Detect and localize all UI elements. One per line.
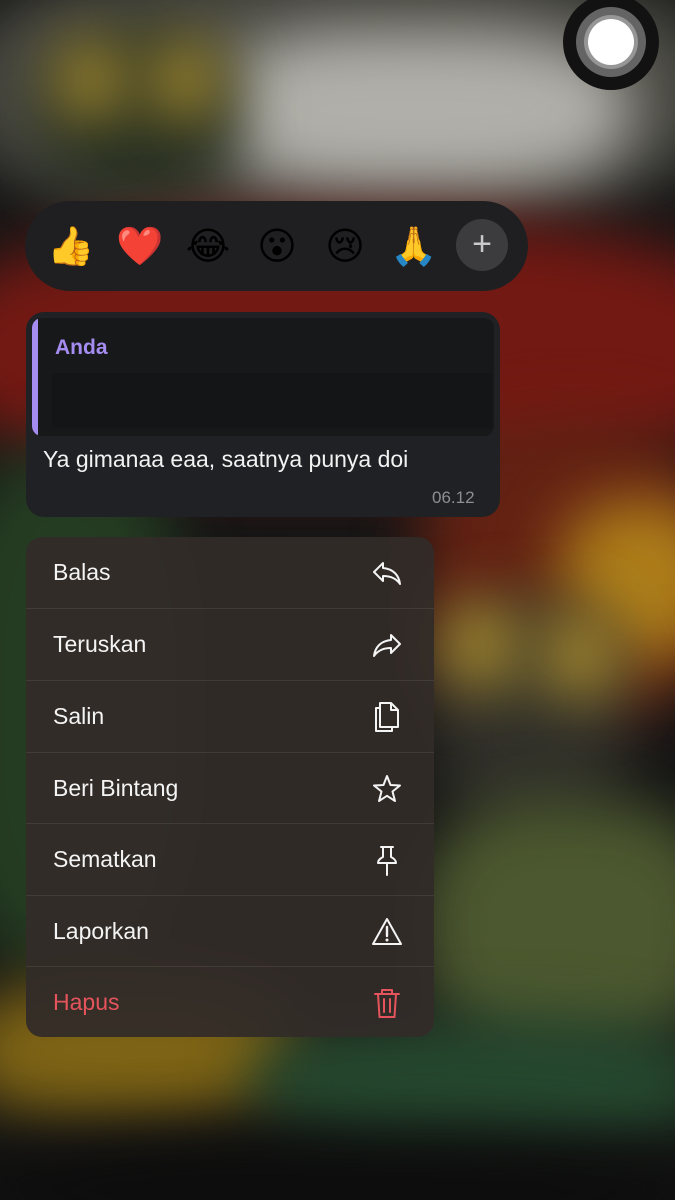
menu-item-label: Teruskan bbox=[53, 631, 147, 657]
quote-author: Anda bbox=[55, 336, 108, 359]
reaction-heart[interactable]: ❤️ bbox=[112, 221, 168, 271]
menu-item-label: Balas bbox=[53, 559, 111, 585]
reaction-laugh[interactable]: 😂 bbox=[180, 221, 236, 271]
message-text: Ya gimanaa eaa, saatnya punya doi bbox=[43, 446, 409, 472]
reply-icon bbox=[373, 562, 401, 585]
message-timestamp: 06.12 bbox=[432, 488, 475, 507]
star-icon bbox=[373, 775, 401, 802]
menu-item-pin[interactable]: Sematkan bbox=[26, 824, 434, 895]
warning-icon bbox=[372, 918, 402, 945]
menu-item-label: Hapus bbox=[53, 989, 120, 1015]
menu-item-forward[interactable]: Teruskan bbox=[26, 609, 434, 680]
copy-icon bbox=[375, 702, 399, 732]
reaction-pray[interactable]: 🙏 bbox=[386, 221, 442, 271]
forward-icon bbox=[373, 634, 401, 657]
menu-item-label: Beri Bintang bbox=[53, 775, 179, 801]
menu-item-label: Salin bbox=[53, 703, 105, 729]
redacted-quote-text bbox=[52, 373, 492, 428]
quoted-message[interactable]: Anda bbox=[32, 318, 494, 436]
more-reactions-button[interactable]: + bbox=[456, 219, 508, 271]
reaction-sad[interactable]: 😢 bbox=[317, 221, 373, 271]
menu-item-reply[interactable]: Balas bbox=[26, 537, 434, 608]
menu-item-copy[interactable]: Salin bbox=[26, 681, 434, 752]
trash-icon bbox=[374, 989, 400, 1018]
menu-item-label: Sematkan bbox=[53, 846, 157, 872]
menu-item-star[interactable]: Beri Bintang bbox=[26, 753, 434, 824]
menu-item-label: Laporkan bbox=[53, 918, 149, 944]
reaction-thumbs-up[interactable]: 👍 bbox=[43, 221, 99, 271]
menu-item-delete[interactable]: Hapus bbox=[26, 967, 434, 1037]
menu-item-report[interactable]: Laporkan bbox=[26, 896, 434, 967]
reaction-surprised[interactable]: 😮 bbox=[249, 221, 305, 271]
pin-icon bbox=[377, 846, 397, 876]
message-context-menu: Balas Teruskan Salin Beri Bintang Sematk… bbox=[26, 537, 434, 1037]
